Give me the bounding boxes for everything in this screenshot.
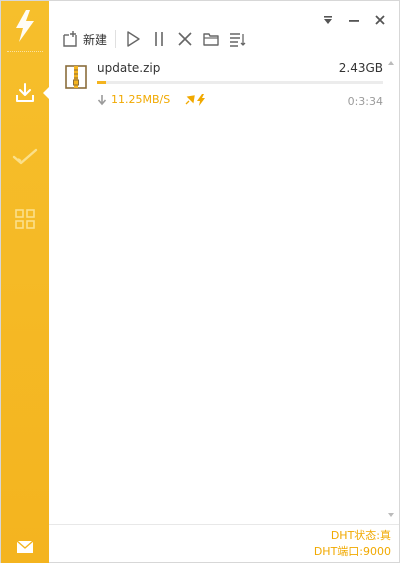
pause-button[interactable] bbox=[150, 27, 168, 51]
close-button[interactable] bbox=[373, 13, 387, 27]
window-controls bbox=[321, 13, 387, 27]
app-logo bbox=[1, 3, 49, 49]
dht-status: DHT状态:真 bbox=[330, 529, 391, 542]
rocket-icon bbox=[185, 94, 196, 104]
sidebar-item-apps[interactable] bbox=[1, 197, 49, 241]
task-file-icon bbox=[65, 65, 87, 93]
task-speed-row: 11.25MB/S bbox=[97, 93, 206, 106]
start-button[interactable] bbox=[124, 27, 142, 51]
menu-dropdown-button[interactable] bbox=[321, 13, 335, 27]
sidebar bbox=[1, 1, 49, 563]
footer-divider bbox=[49, 524, 399, 525]
minimize-button[interactable] bbox=[347, 13, 361, 27]
status-bar: DHT状态:真 DHT端口:9000 bbox=[314, 528, 391, 560]
new-task-button[interactable]: 新建 bbox=[61, 27, 107, 51]
new-task-label: 新建 bbox=[83, 32, 108, 47]
lightning-icon bbox=[197, 93, 206, 106]
scroll-up-arrow[interactable] bbox=[387, 59, 395, 67]
minimize-icon bbox=[349, 20, 359, 22]
open-folder-button[interactable] bbox=[202, 27, 220, 51]
task-progress-fill bbox=[97, 81, 106, 84]
play-icon bbox=[127, 31, 140, 47]
check-icon bbox=[12, 148, 38, 165]
task-file-size: 2.43GB bbox=[338, 61, 383, 75]
sidebar-item-messages[interactable] bbox=[1, 525, 49, 563]
grid-icon bbox=[15, 209, 35, 229]
delete-icon bbox=[178, 32, 192, 46]
task-time-remaining: 0:3:34 bbox=[347, 95, 383, 108]
task-file-name: update.zip bbox=[97, 61, 161, 75]
dropdown-icon bbox=[324, 16, 332, 24]
task-speed: 11.25MB/S bbox=[111, 93, 171, 106]
toolbar: 新建 bbox=[61, 27, 254, 51]
sidebar-item-downloading[interactable] bbox=[1, 71, 49, 115]
list-icon bbox=[230, 33, 246, 47]
download-arrow-icon bbox=[97, 94, 107, 105]
delete-button[interactable] bbox=[176, 27, 194, 51]
pause-icon bbox=[155, 32, 163, 46]
close-icon bbox=[375, 15, 385, 25]
toolbar-divider bbox=[115, 30, 117, 48]
folder-icon bbox=[203, 33, 219, 46]
sort-list-button[interactable] bbox=[228, 27, 246, 51]
dht-port: DHT端口:9000 bbox=[313, 545, 391, 558]
scroll-down-arrow[interactable] bbox=[387, 511, 395, 519]
sidebar-active-marker bbox=[43, 87, 49, 99]
task-progress-bar bbox=[97, 81, 383, 84]
new-task-icon bbox=[63, 31, 77, 47]
zip-file-icon bbox=[65, 65, 87, 89]
download-icon bbox=[16, 83, 34, 102]
sidebar-item-completed[interactable] bbox=[1, 135, 49, 179]
sidebar-separator bbox=[7, 51, 43, 52]
acceleration-indicator[interactable] bbox=[184, 93, 206, 106]
download-task-row[interactable]: update.zip 2.43GB 11.25MB/S 0:3:34 bbox=[57, 59, 387, 115]
mail-icon bbox=[16, 540, 34, 553]
app-window: 新建 update.zip 2.43GB 11.25MB/S 0:3:34 DH… bbox=[0, 0, 400, 563]
lightning-logo-icon bbox=[16, 10, 34, 42]
